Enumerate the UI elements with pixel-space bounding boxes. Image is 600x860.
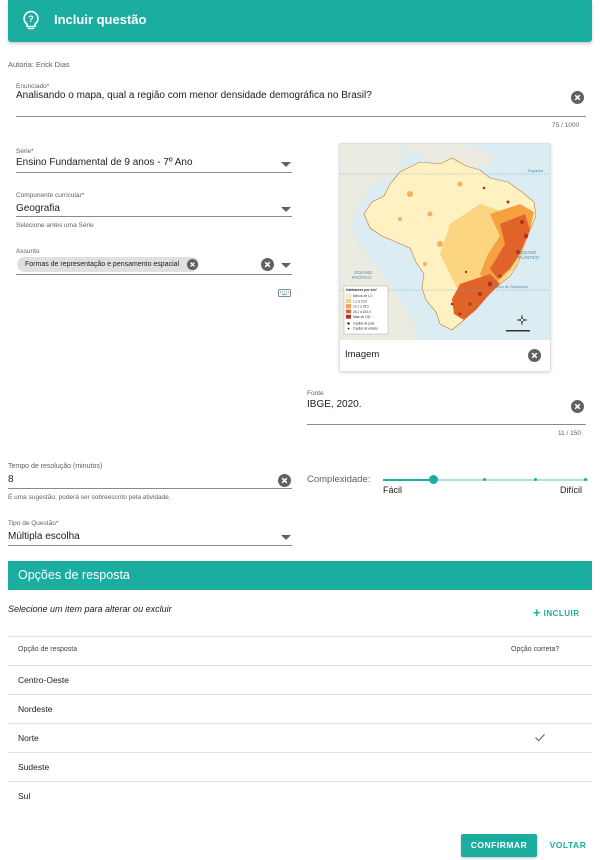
legend-marker <box>347 322 350 325</box>
legend-swatch <box>345 304 352 309</box>
component-dropdown-icon[interactable] <box>281 207 291 212</box>
brazil-density-map: Equador Trópico de Capricórnio OCEANO PA… <box>340 144 550 340</box>
slider-tick <box>584 478 587 481</box>
subject-dropdown-icon[interactable] <box>281 263 291 268</box>
equator-label: Equador <box>528 168 544 173</box>
grade-label: Série* <box>16 148 34 155</box>
source-counter: 11 / 150 <box>558 430 582 437</box>
legend-label: 10,1 a 25,0 <box>353 305 369 309</box>
component-select[interactable]: Geografia <box>16 203 60 214</box>
statement-input[interactable]: Analisando o mapa, qual a região com men… <box>16 90 556 101</box>
time-hint: É uma sugestão, poderá ser sobreescrito … <box>8 494 171 501</box>
grade-underline <box>16 172 292 173</box>
complexity-min-label: Fácil <box>383 485 403 495</box>
component-label: Componente curricular* <box>16 192 85 199</box>
legend-label: Mais de 100 <box>353 315 371 319</box>
grade-dropdown-icon[interactable] <box>281 162 291 167</box>
table-row[interactable]: Centro-Oeste <box>8 665 592 695</box>
author-label: Autoria: Erick Dias <box>8 60 70 69</box>
slider-tick <box>483 478 486 481</box>
pacific-line2: PACÍFICO <box>352 275 372 280</box>
option-label: Centro-Oeste <box>18 675 70 685</box>
statement-label: Enunciado* <box>16 83 50 90</box>
confirm-button[interactable]: CONFIRMAR <box>461 834 537 857</box>
table-row[interactable]: Sudeste <box>8 752 592 782</box>
subject-underline <box>16 274 292 275</box>
option-label: Nordeste <box>18 704 53 714</box>
keyboard-icon[interactable] <box>278 289 291 297</box>
back-button[interactable]: VOLTAR <box>547 834 589 857</box>
complexity-slider-fill <box>383 479 433 481</box>
source-underline <box>307 424 586 425</box>
image-caption: Imagem <box>345 349 380 360</box>
legend-marker-label: Capital de estado <box>353 327 378 331</box>
complexity-max-label: Difícil <box>560 485 582 495</box>
legend-marker-label: Capital de país <box>353 322 375 326</box>
legend-title: Habitantes por km² <box>346 288 378 292</box>
column-header-option: Opção de resposta <box>18 646 78 653</box>
option-label: Norte <box>18 733 39 743</box>
subject-chip[interactable]: Formas de representação e pensamento esp… <box>17 257 200 272</box>
statement-counter: 75 / 1000 <box>552 122 580 129</box>
component-hint: Selecione antes uma Série <box>16 222 94 229</box>
legend-swatch <box>345 299 352 304</box>
time-input[interactable]: 8 <box>8 474 14 485</box>
grade-select[interactable]: Ensino Fundamental de 9 anos - 7º Ano <box>16 157 193 168</box>
legend-swatch <box>345 309 352 314</box>
time-label: Tempo de resolução (minutos) <box>8 463 103 470</box>
statement-underline <box>16 116 586 117</box>
add-option-label: INCLUIR <box>543 608 580 618</box>
question-type-select[interactable]: Múltipla escolha <box>8 531 80 542</box>
slider-tick <box>534 478 537 481</box>
question-type-underline <box>8 545 292 546</box>
column-header-correct: Opção correta? <box>511 646 560 653</box>
remove-image-icon[interactable] <box>528 349 541 362</box>
option-label: Sudeste <box>18 762 50 772</box>
legend-swatch <box>345 293 352 298</box>
lightbulb-question-icon: ? <box>23 10 39 30</box>
source-label: Fonte <box>307 390 324 397</box>
tropic-label: Trópico de Capricórnio <box>492 285 528 289</box>
chip-remove-icon[interactable] <box>187 259 198 270</box>
subject-label: Assunto <box>16 248 40 255</box>
svg-text:?: ? <box>28 14 34 24</box>
table-row[interactable]: Norte <box>8 723 592 753</box>
legend-label: 25,1 a 100,0 <box>353 310 371 314</box>
component-underline <box>16 216 292 217</box>
plus-icon: + <box>533 605 541 620</box>
time-underline <box>8 488 292 489</box>
clear-time-icon[interactable] <box>278 474 291 487</box>
legend-label: Menos de 1,0 <box>353 294 373 298</box>
dialog-title: Incluir questão <box>54 12 147 27</box>
complexity-slider-thumb[interactable] <box>429 475 438 484</box>
clear-subject-icon[interactable] <box>261 258 274 271</box>
legend-label: 1,1 a 10,0 <box>353 299 367 303</box>
options-instruction: Selecione um item para alterar ou exclui… <box>8 604 172 614</box>
option-label: Sul <box>18 791 31 801</box>
table-divider <box>8 636 592 637</box>
source-input[interactable]: IBGE, 2020. <box>307 399 361 410</box>
add-option-button[interactable]: + INCLUIR <box>533 605 580 620</box>
table-row[interactable]: Sul <box>8 781 592 810</box>
question-type-dropdown-icon[interactable] <box>281 535 291 540</box>
check-icon <box>535 733 545 742</box>
atlantic-line2: ATLÂNTICO <box>516 255 540 260</box>
complexity-label: Complexidade: <box>307 474 371 485</box>
table-row[interactable]: Nordeste <box>8 694 592 724</box>
legend-marker <box>347 327 350 330</box>
clear-statement-icon[interactable] <box>571 91 584 104</box>
question-type-label: Tipo de Questão* <box>8 520 59 527</box>
clear-source-icon[interactable] <box>571 400 584 413</box>
subject-chip-label: Formas de representação e pensamento esp… <box>25 261 180 268</box>
legend-swatch <box>345 314 352 319</box>
options-section-title: Opções de resposta <box>18 568 130 582</box>
